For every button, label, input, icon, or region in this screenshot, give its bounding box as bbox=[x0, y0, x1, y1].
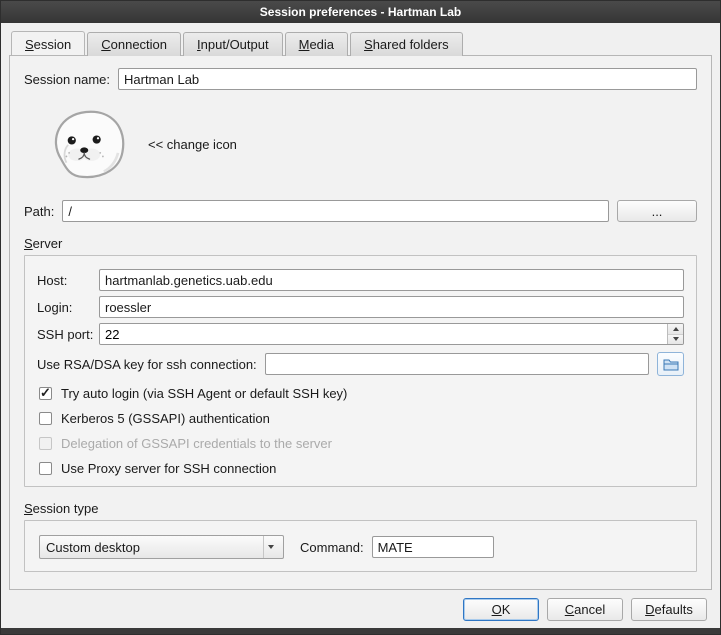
host-row: Host: bbox=[37, 269, 684, 291]
tab-input-output[interactable]: Input/Output bbox=[183, 32, 283, 56]
server-group: Host: Login: SSH port: bbox=[24, 255, 697, 487]
defaults-button-label: Defaults bbox=[645, 602, 693, 617]
command-input[interactable] bbox=[372, 536, 494, 558]
path-label: Path: bbox=[24, 204, 54, 219]
tab-bar: Session Connection Input/Output Media Sh… bbox=[9, 31, 712, 55]
login-label: Login: bbox=[37, 300, 99, 315]
auto-login-row: Try auto login (via SSH Agent or default… bbox=[39, 386, 682, 401]
arrow-down-icon bbox=[673, 337, 679, 341]
spin-buttons bbox=[667, 324, 683, 344]
tab-media-label: Media bbox=[299, 37, 334, 52]
ok-button[interactable]: OK bbox=[463, 598, 539, 621]
tab-shared-folders-label: Shared folders bbox=[364, 37, 449, 52]
session-seal-icon[interactable] bbox=[40, 104, 132, 184]
path-row: Path: ... bbox=[24, 200, 697, 222]
arrow-up-icon bbox=[673, 327, 679, 331]
dialog-footer: OK Cancel Defaults bbox=[1, 590, 720, 628]
icon-row: << change icon bbox=[40, 104, 697, 184]
gssapi-delegation-row: Delegation of GSSAPI credentials to the … bbox=[39, 436, 682, 451]
folder-icon bbox=[663, 358, 679, 371]
session-type-selected: Custom desktop bbox=[46, 540, 257, 555]
kerberos-row: Kerberos 5 (GSSAPI) authentication bbox=[39, 411, 682, 426]
path-browse-button[interactable]: ... bbox=[617, 200, 697, 222]
tab-session-label: Session bbox=[25, 37, 71, 52]
spin-up-button[interactable] bbox=[668, 324, 683, 335]
proxy-checkbox[interactable] bbox=[39, 462, 52, 475]
window-bottom-edge bbox=[1, 628, 720, 634]
session-type-group: Custom desktop Command: bbox=[24, 520, 697, 572]
cancel-button[interactable]: Cancel bbox=[547, 598, 623, 621]
login-row: Login: bbox=[37, 296, 684, 318]
command-label: Command: bbox=[300, 540, 364, 555]
ssh-port-label: SSH port: bbox=[37, 327, 99, 342]
rsa-key-label: Use RSA/DSA key for ssh connection: bbox=[37, 357, 257, 372]
path-input[interactable] bbox=[62, 200, 609, 222]
session-name-row: Session name: bbox=[24, 68, 697, 90]
rsa-key-row: Use RSA/DSA key for ssh connection: bbox=[37, 352, 684, 376]
spin-down-button[interactable] bbox=[668, 335, 683, 345]
path-browse-label: ... bbox=[652, 204, 663, 219]
chevron-down-icon bbox=[268, 545, 274, 549]
titlebar[interactable]: Session preferences - Hartman Lab bbox=[1, 1, 720, 23]
tab-media[interactable]: Media bbox=[285, 32, 348, 56]
ok-button-label: OK bbox=[492, 602, 511, 617]
ssh-port-spinner bbox=[99, 323, 684, 345]
session-preferences-dialog: Session preferences - Hartman Lab Sessio… bbox=[0, 0, 721, 635]
defaults-button[interactable]: Defaults bbox=[631, 598, 707, 621]
window-title: Session preferences - Hartman Lab bbox=[260, 5, 461, 19]
server-group-title: Server bbox=[24, 236, 697, 251]
session-type-row: Custom desktop Command: bbox=[37, 529, 684, 565]
host-input[interactable] bbox=[99, 269, 684, 291]
change-icon-label[interactable]: << change icon bbox=[148, 137, 237, 152]
login-input[interactable] bbox=[99, 296, 684, 318]
auto-login-checkbox[interactable] bbox=[39, 387, 52, 400]
kerberos-label: Kerberos 5 (GSSAPI) authentication bbox=[61, 411, 270, 426]
ssh-port-row: SSH port: bbox=[37, 323, 684, 345]
tab-connection[interactable]: Connection bbox=[87, 32, 181, 56]
cancel-button-label: Cancel bbox=[565, 602, 605, 617]
tab-input-output-label: Input/Output bbox=[197, 37, 269, 52]
session-name-label: Session name: bbox=[24, 72, 110, 87]
gssapi-delegation-checkbox bbox=[39, 437, 52, 450]
session-type-group-title: Session type bbox=[24, 501, 697, 516]
tab-connection-label: Connection bbox=[101, 37, 167, 52]
combo-arrow-box bbox=[263, 536, 277, 558]
gssapi-delegation-label: Delegation of GSSAPI credentials to the … bbox=[61, 436, 332, 451]
session-name-input[interactable] bbox=[118, 68, 697, 90]
kerberos-checkbox[interactable] bbox=[39, 412, 52, 425]
rsa-key-input[interactable] bbox=[265, 353, 649, 375]
session-tab-page: Session name: bbox=[9, 55, 712, 590]
session-type-dropdown[interactable]: Custom desktop bbox=[39, 535, 284, 559]
rsa-key-browse-button[interactable] bbox=[657, 352, 684, 376]
tab-session[interactable]: Session bbox=[11, 31, 85, 55]
proxy-label: Use Proxy server for SSH connection bbox=[61, 461, 276, 476]
auto-login-label: Try auto login (via SSH Agent or default… bbox=[61, 386, 347, 401]
host-label: Host: bbox=[37, 273, 99, 288]
tab-shared-folders[interactable]: Shared folders bbox=[350, 32, 463, 56]
ssh-port-input[interactable] bbox=[100, 324, 667, 344]
dialog-content: Session Connection Input/Output Media Sh… bbox=[1, 23, 720, 590]
proxy-row: Use Proxy server for SSH connection bbox=[39, 461, 682, 476]
